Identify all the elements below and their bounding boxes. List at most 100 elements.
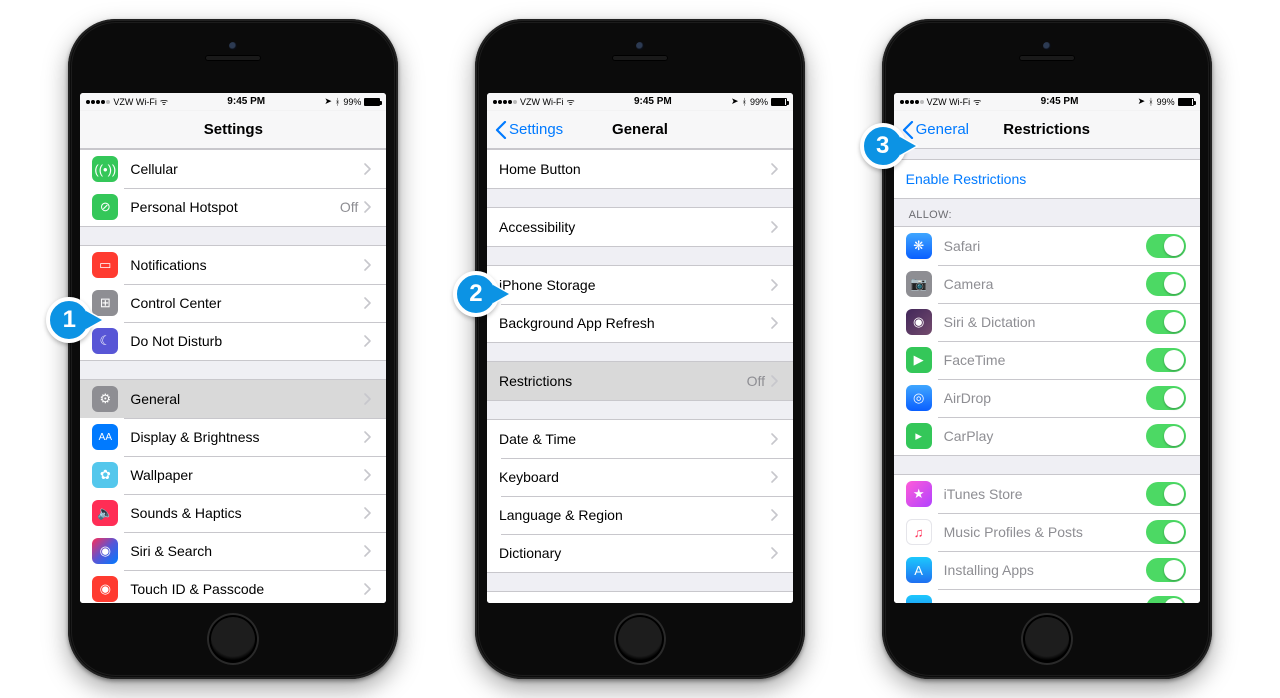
row-enable-restrictions[interactable]: Enable Restrictions — [894, 160, 1200, 198]
status-bar: VZW Wi-Fi ᯤ 9:45 PM ➤ ᚼ 99% — [80, 93, 386, 111]
chevron-right-icon — [364, 201, 372, 213]
screen-restrictions: VZW Wi-Fi ᯤ 9:45 PM ➤ ᚼ 99% General — [894, 93, 1200, 603]
chevron-right-icon — [364, 469, 372, 481]
row-label: Siri & Search — [130, 543, 364, 559]
nav-bar: Settings General — [487, 111, 793, 149]
row-itunes-sync[interactable]: iTunes Wi-Fi Sync — [487, 592, 793, 603]
row-wallpaper[interactable]: ✿ Wallpaper — [80, 456, 386, 494]
row-personal-hotspot[interactable]: ⊘ Personal Hotspot Off — [80, 188, 386, 226]
row-allow-delete[interactable]: A Deleting Apps — [894, 589, 1200, 603]
location-icon: ➤ — [324, 96, 332, 107]
row-label: Sounds & Haptics — [130, 505, 364, 521]
siri-icon: ◉ — [92, 538, 118, 564]
toggle-switch[interactable] — [1146, 520, 1186, 544]
back-button[interactable]: Settings — [495, 121, 563, 139]
earpiece — [1019, 55, 1075, 61]
row-keyboard[interactable]: Keyboard — [487, 458, 793, 496]
facetime-icon: ▶ — [906, 347, 932, 373]
bluetooth-icon: ᚼ — [335, 97, 340, 107]
row-label: Music Profiles & Posts — [944, 524, 1146, 540]
row-label: Installing Apps — [944, 562, 1146, 578]
row-label: Do Not Disturb — [130, 333, 364, 349]
status-bar: VZW Wi-Fi ᯤ 9:45 PM ➤ ᚼ 99% — [487, 93, 793, 111]
step-callout-3: 3 — [860, 123, 914, 177]
row-allow-music[interactable]: ♫ Music Profiles & Posts — [894, 513, 1200, 551]
row-label: Enable Restrictions — [906, 171, 1186, 187]
chevron-right-icon — [364, 163, 372, 175]
wifi-icon: ᯤ — [160, 95, 168, 108]
status-battery: 99% — [343, 97, 361, 107]
row-bg-refresh[interactable]: Background App Refresh — [487, 304, 793, 342]
battery-icon — [1178, 98, 1194, 106]
row-cellular[interactable]: ((•)) Cellular — [80, 150, 386, 188]
row-allow-carplay[interactable]: ▸ CarPlay — [894, 417, 1200, 455]
chevron-right-icon — [364, 393, 372, 405]
row-label: Background App Refresh — [499, 315, 771, 331]
step-callout-1: 1 — [46, 297, 100, 351]
toggle-switch[interactable] — [1146, 424, 1186, 448]
status-carrier: VZW Wi-Fi — [520, 97, 563, 107]
row-allow-siri[interactable]: ◉ Siri & Dictation — [894, 303, 1200, 341]
wifi-icon: ᯤ — [566, 95, 574, 108]
row-allow-airdrop[interactable]: ◎ AirDrop — [894, 379, 1200, 417]
toggle-switch[interactable] — [1146, 596, 1186, 603]
row-dictionary[interactable]: Dictionary — [487, 534, 793, 572]
nav-bar: Settings — [80, 111, 386, 149]
row-notifications[interactable]: ▭ Notifications — [80, 246, 386, 284]
row-label: iPhone Storage — [499, 277, 771, 293]
chevron-right-icon — [771, 375, 779, 387]
chevron-right-icon — [364, 335, 372, 347]
row-touchid[interactable]: ◉ Touch ID & Passcode — [80, 570, 386, 603]
phone-frame-3: VZW Wi-Fi ᯤ 9:45 PM ➤ ᚼ 99% General — [882, 19, 1212, 679]
toggle-switch[interactable] — [1146, 558, 1186, 582]
row-label: Home Button — [499, 161, 771, 177]
row-label: Camera — [944, 276, 1146, 292]
toggle-switch[interactable] — [1146, 310, 1186, 334]
row-dnd[interactable]: ☾ Do Not Disturb — [80, 322, 386, 360]
row-allow-itunes[interactable]: ★ iTunes Store — [894, 475, 1200, 513]
battery-icon — [771, 98, 787, 106]
safari-icon: ❋ — [906, 233, 932, 259]
row-siri[interactable]: ◉ Siri & Search — [80, 532, 386, 570]
toggle-switch[interactable] — [1146, 386, 1186, 410]
wifi-icon: ᯤ — [973, 95, 981, 108]
step-callout-2: 2 — [453, 271, 507, 325]
row-label: Dictionary — [499, 545, 771, 561]
row-label: Keyboard — [499, 469, 771, 485]
row-iphone-storage[interactable]: iPhone Storage — [487, 266, 793, 304]
toggle-switch[interactable] — [1146, 272, 1186, 296]
row-home-button[interactable]: Home Button — [487, 150, 793, 188]
status-carrier: VZW Wi-Fi — [927, 97, 970, 107]
toggle-switch[interactable] — [1146, 234, 1186, 258]
home-button[interactable] — [1021, 613, 1073, 665]
home-button[interactable] — [614, 613, 666, 665]
touchid-icon: ◉ — [92, 576, 118, 602]
row-restrictions[interactable]: Restrictions Off — [487, 362, 793, 400]
row-date-time[interactable]: Date & Time — [487, 420, 793, 458]
toggle-switch[interactable] — [1146, 482, 1186, 506]
row-allow-safari[interactable]: ❋ Safari — [894, 227, 1200, 265]
sounds-icon: 🔈 — [92, 500, 118, 526]
status-time: 9:45 PM — [634, 96, 672, 107]
chevron-right-icon — [771, 547, 779, 559]
row-display[interactable]: AA Display & Brightness — [80, 418, 386, 456]
status-carrier: VZW Wi-Fi — [113, 97, 156, 107]
row-accessibility[interactable]: Accessibility — [487, 208, 793, 246]
camera-dot — [636, 42, 644, 50]
row-language[interactable]: Language & Region — [487, 496, 793, 534]
row-general[interactable]: ⚙ General — [80, 380, 386, 418]
siri-icon: ◉ — [906, 309, 932, 335]
row-value: Off — [340, 199, 358, 215]
wallpaper-icon: ✿ — [92, 462, 118, 488]
row-allow-install[interactable]: A Installing Apps — [894, 551, 1200, 589]
phone-frame-2: VZW Wi-Fi ᯤ 9:45 PM ➤ ᚼ 99% Settings — [475, 19, 805, 679]
chevron-right-icon — [771, 433, 779, 445]
location-icon: ➤ — [731, 96, 739, 107]
row-label: Date & Time — [499, 431, 771, 447]
toggle-switch[interactable] — [1146, 348, 1186, 372]
home-button[interactable] — [207, 613, 259, 665]
row-allow-facetime[interactable]: ▶ FaceTime — [894, 341, 1200, 379]
row-control-center[interactable]: ⊞ Control Center — [80, 284, 386, 322]
row-allow-camera[interactable]: 📷 Camera — [894, 265, 1200, 303]
row-sounds[interactable]: 🔈 Sounds & Haptics — [80, 494, 386, 532]
